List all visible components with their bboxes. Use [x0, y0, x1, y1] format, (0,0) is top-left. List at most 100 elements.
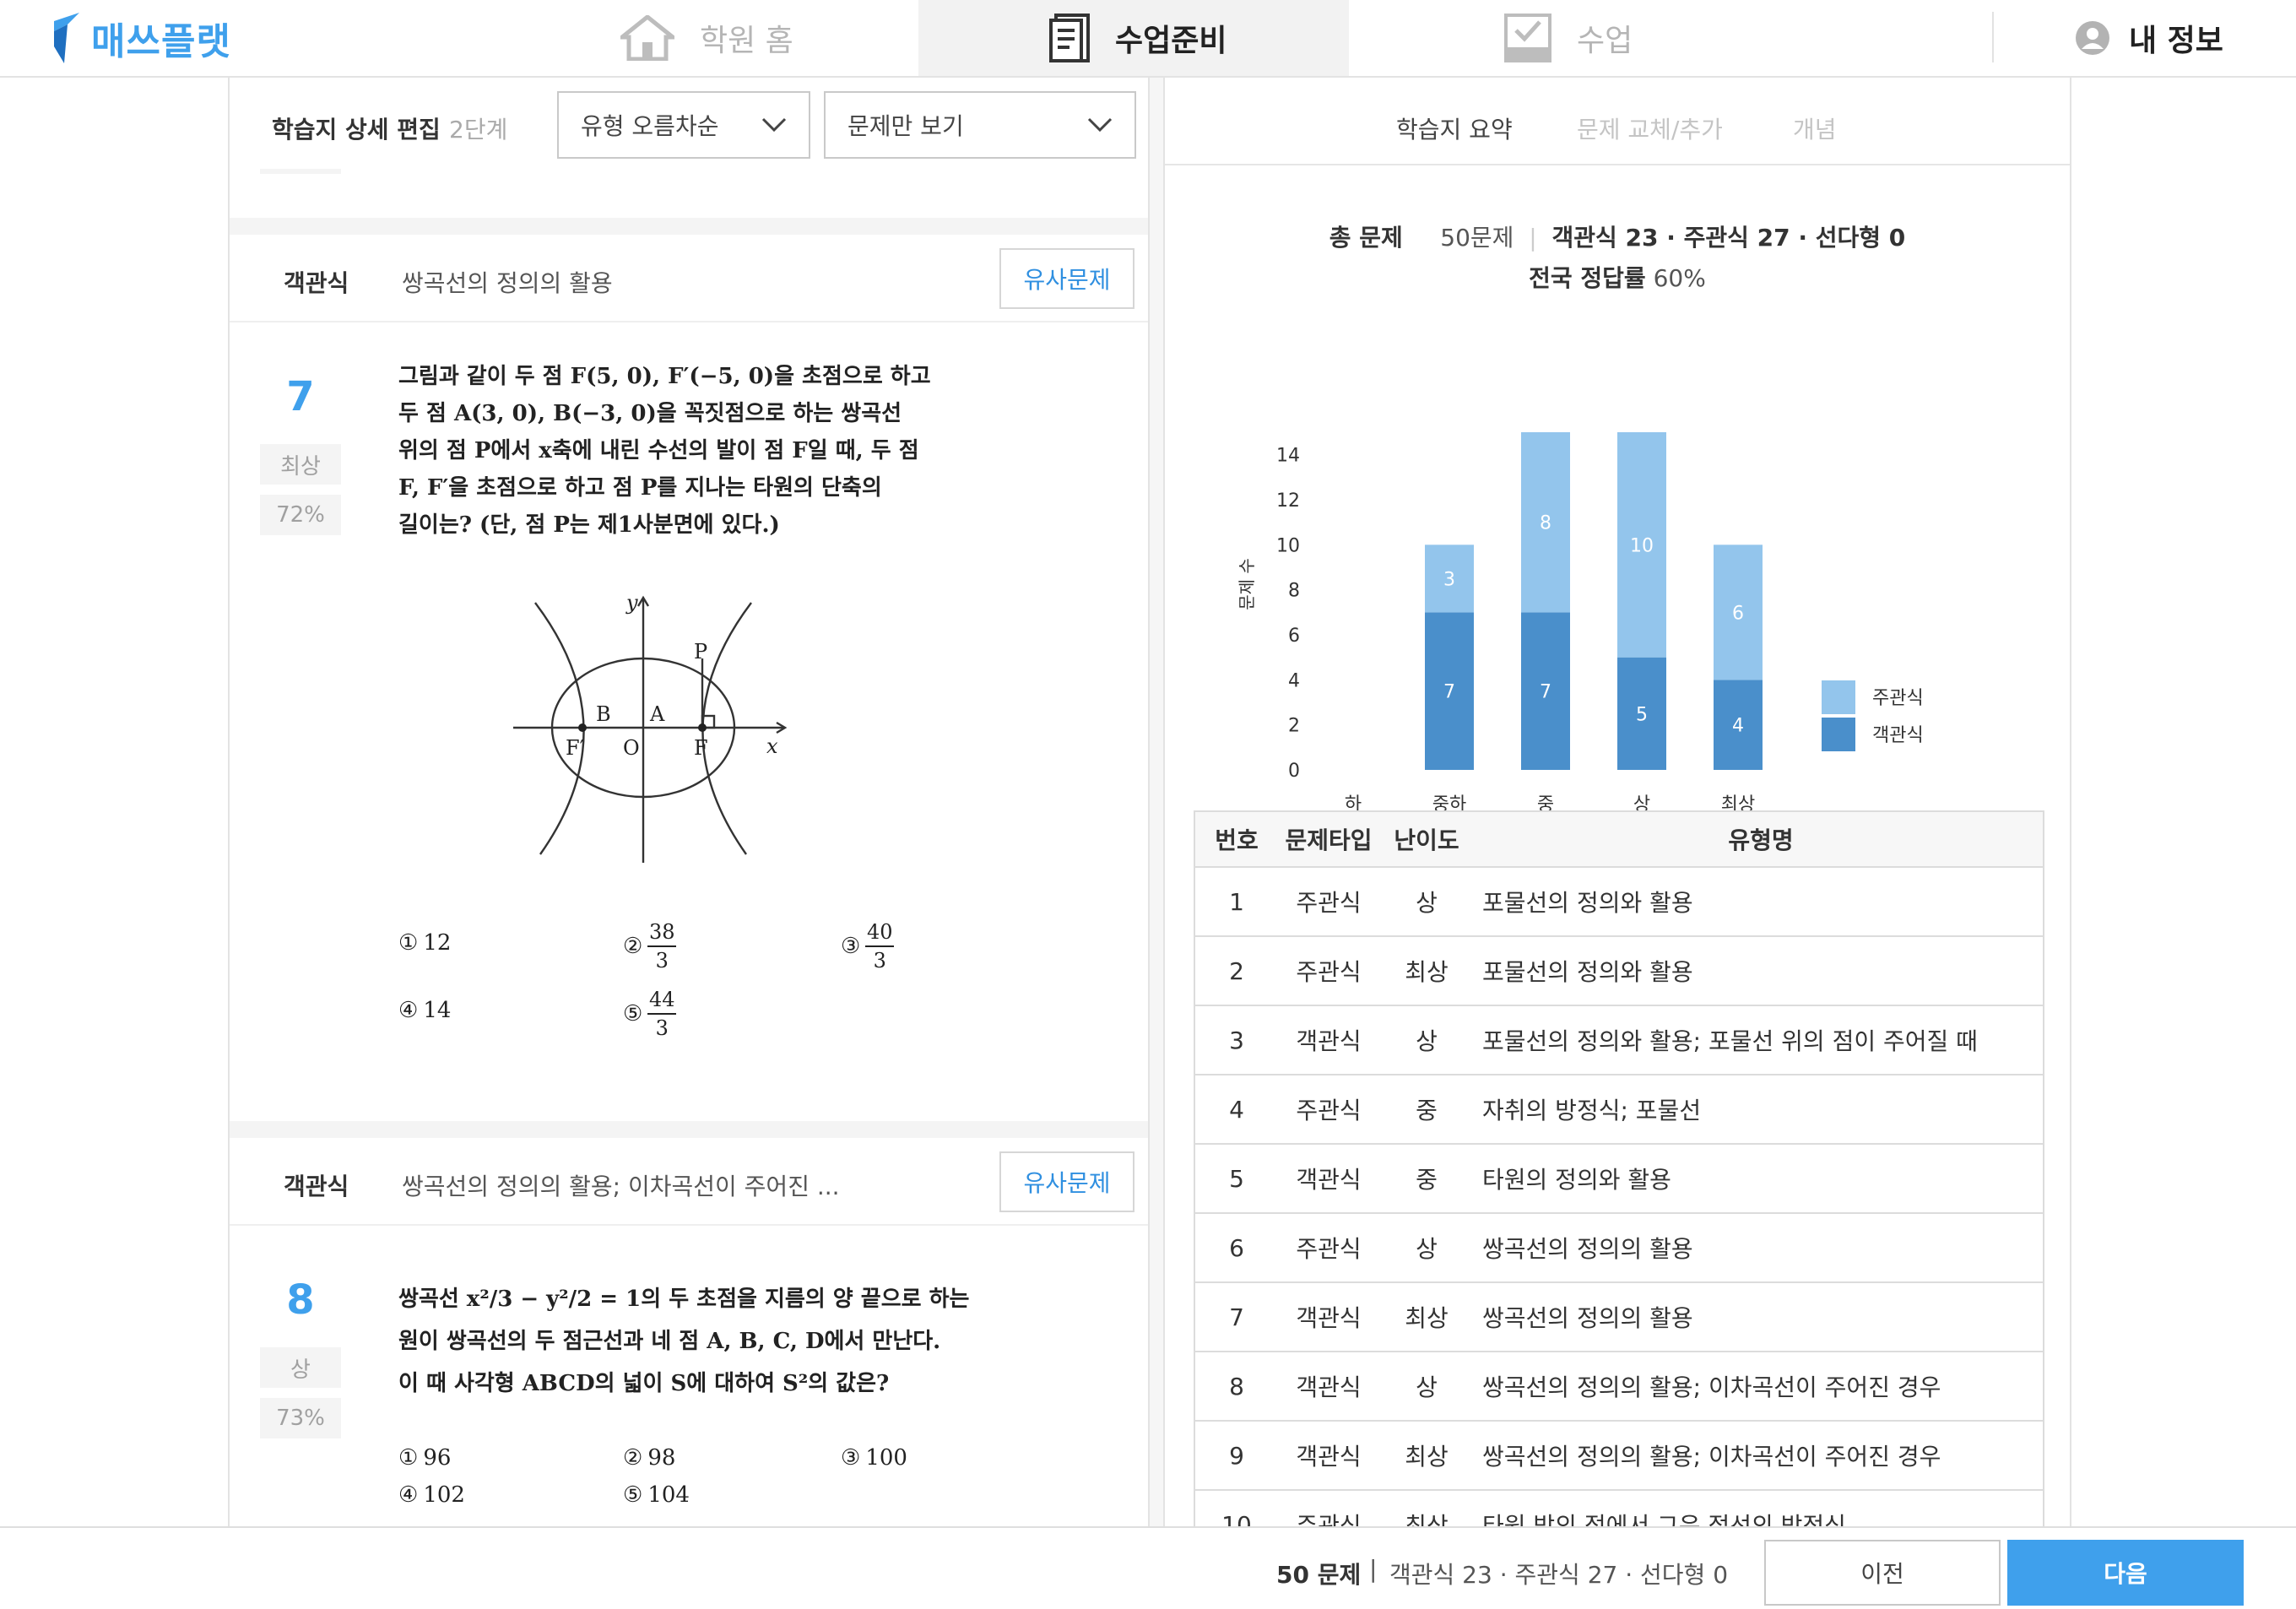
table-row[interactable]: 10 주관식 최상 타원 밖의 점에서 그은 접선의 방정식 — [1194, 1491, 2044, 1528]
question-type: 객관식 — [284, 1173, 349, 1200]
editor-step: 2단계 — [449, 116, 508, 144]
figure-label-y: y — [625, 593, 638, 615]
table-row[interactable]: 1 주관식 상 포물선의 정의와 활용 — [1194, 868, 2044, 937]
figure-label-f-prime: F′ — [566, 736, 584, 760]
answer-choice[interactable]: ③ 100 — [841, 1445, 907, 1471]
figure-label-f: F — [694, 736, 708, 760]
question-line: F, F′을 초점으로 하고 점 P를 지나는 타원의 단축의 — [398, 475, 882, 501]
nav-tab-class-prep-label: 수업준비 — [1115, 24, 1227, 58]
question-header: 객관식 쌍곡선의 정의의 활용 유사문제 — [230, 235, 1148, 322]
row-difficulty: 상 — [1416, 1373, 1438, 1401]
row-topic: 타원의 정의와 활용 — [1482, 1166, 1671, 1194]
next-button[interactable]: 다음 — [2007, 1540, 2244, 1606]
row-difficulty: 중 — [1416, 1166, 1438, 1194]
choice-mark: ② — [623, 1445, 643, 1471]
tab-concept[interactable]: 개념 — [1793, 111, 1837, 145]
table-row[interactable]: 4 주관식 중 자취의 방정식; 포물선 — [1194, 1075, 2044, 1145]
choice-mark: ① — [398, 1445, 419, 1471]
y-tick-label: 4 — [1288, 670, 1300, 691]
sort-select[interactable]: 유형 오름차순 — [557, 91, 810, 159]
fraction-numerator: 44 — [649, 988, 675, 1011]
choice-mark: ⑤ — [623, 1001, 643, 1027]
bar-value-label: 7 — [1540, 682, 1551, 703]
row-topic: 쌍곡선의 정의의 활용 — [1482, 1304, 1693, 1332]
header-number: 번호 — [1215, 826, 1259, 854]
answer-choice[interactable]: ③ 40 3 — [841, 920, 895, 972]
row-topic: 포물선의 정의와 활용 — [1482, 958, 1693, 986]
question-line: 두 점 A(3, 0), B(−3, 0)을 꼭짓점으로 하는 쌍곡선 — [398, 401, 902, 426]
row-difficulty: 중 — [1416, 1097, 1438, 1124]
editor-header: 학습지 상세 편집 2단계 유형 오름차순 문제만 보기 — [230, 78, 1148, 169]
view-select[interactable]: 문제만 보기 — [824, 91, 1136, 159]
fraction-denominator: 3 — [655, 949, 669, 972]
question-text: 그림과 같이 두 점 F(5, 0), F′(−5, 0)을 초점으로 하고 두… — [398, 358, 939, 544]
answer-choice[interactable]: ① 96 — [398, 1445, 451, 1471]
table-row[interactable]: 8 객관식 상 쌍곡선의 정의의 활용; 이차곡선이 주어진 경우 — [1194, 1352, 2044, 1422]
answer-choice[interactable]: ① 12 — [398, 930, 451, 956]
header-topic: 유형명 — [1728, 826, 1794, 854]
chevron-down-icon — [1087, 117, 1113, 133]
choice-fraction: 38 3 — [647, 920, 677, 972]
answer-choice[interactable]: ② 98 — [623, 1445, 675, 1471]
table-row[interactable]: 2 주관식 최상 포물선의 정의와 활용 — [1194, 937, 2044, 1006]
bar-value-label: 6 — [1732, 603, 1744, 624]
y-tick-label: 8 — [1288, 581, 1300, 602]
logo-text: 매쓰플랫 — [91, 20, 231, 63]
top-navigation: 매쓰플랫 학원 홈 수업준비 수업 내 정보 — [0, 0, 2296, 78]
table-row[interactable]: 6 주관식 상 쌍곡선의 정의의 활용 — [1194, 1214, 2044, 1283]
question-line: 길이는? (단, 점 P는 제1사분면에 있다.) — [398, 512, 780, 538]
row-difficulty: 최상 — [1405, 1443, 1449, 1471]
question-separator — [230, 1121, 1148, 1138]
question-number: 7 — [286, 373, 315, 420]
row-topic: 포물선의 정의와 활용 — [1482, 889, 1693, 917]
row-type: 객관식 — [1296, 1027, 1362, 1055]
fraction-numerator: 40 — [867, 920, 893, 944]
answer-choice[interactable]: ② 38 3 — [623, 920, 677, 972]
bar-value-label: 5 — [1636, 704, 1648, 725]
app-logo[interactable]: 매쓰플랫 — [52, 12, 231, 64]
answer-choice[interactable]: ⑤ 44 3 — [623, 988, 677, 1040]
previous-button[interactable]: 이전 — [1764, 1540, 2001, 1606]
question-list-table: 번호 문제타입 난이도 유형명 1 주관식 상 포물선의 정의와 활용 2 주관식 최상 포물… — [1194, 810, 2044, 1528]
nav-tab-class-prep[interactable]: 수업준비 — [918, 0, 1349, 76]
nav-my-info[interactable]: 내 정보 — [2075, 0, 2223, 76]
question-separator — [230, 218, 1148, 235]
hyperbola-ellipse-figure: y x P B A F′ O F — [513, 593, 788, 863]
row-number: 6 — [1229, 1233, 1244, 1262]
question-line: 원이 쌍곡선의 두 점근선과 네 점 A, B, C, D에서 만난다. — [398, 1329, 941, 1354]
bottom-action-bar: 50 문제 | 객관식 23 · 주관식 27 · 선다형 0 이전 다음 — [0, 1526, 2296, 1609]
legend-label: 주관식 — [1872, 688, 1924, 709]
worksheet-icon — [1049, 14, 1090, 62]
similar-question-button[interactable]: 유사문제 — [999, 248, 1134, 309]
row-number: 2 — [1229, 956, 1244, 985]
summary-totals: 총 문제 50문제 | 객관식 23 · 주관식 27 · 선다형 0 — [1329, 224, 1906, 252]
table-row[interactable]: 5 객관식 중 타원의 정의와 활용 — [1194, 1145, 2044, 1214]
header-type: 문제타입 — [1285, 826, 1373, 854]
summary-breakdown: 객관식 23 · 주관식 27 · 선다형 0 — [1551, 224, 1906, 252]
table-row[interactable]: 9 객관식 최상 쌍곡선의 정의의 활용; 이차곡선이 주어진 경우 — [1194, 1422, 2044, 1491]
choice-value: 96 — [423, 1445, 452, 1471]
table-row[interactable]: 7 객관식 최상 쌍곡선의 정의의 활용 — [1194, 1283, 2044, 1352]
choice-mark: ⑤ — [623, 1482, 643, 1508]
row-type: 주관식 — [1296, 1512, 1362, 1528]
row-topic: 쌍곡선의 정의의 활용 — [1482, 1235, 1693, 1263]
y-tick-label: 2 — [1288, 716, 1300, 737]
table-row[interactable]: 3 객관식 상 포물선의 정의와 활용; 포물선 위의 점이 주어질 때 — [1194, 1006, 2044, 1075]
editor-title: 학습지 상세 편집 — [272, 116, 441, 144]
summary-total-label: 총 문제 — [1329, 224, 1403, 252]
row-number: 5 — [1229, 1164, 1244, 1193]
row-number: 3 — [1229, 1026, 1244, 1054]
answer-choice[interactable]: ④ 14 — [398, 998, 451, 1023]
legend-swatch — [1822, 680, 1855, 714]
tab-worksheet-summary[interactable]: 학습지 요약 — [1396, 111, 1513, 145]
answer-choice[interactable]: ⑤ 104 — [623, 1482, 690, 1508]
tab-replace-add-question[interactable]: 문제 교체/추가 — [1577, 111, 1723, 145]
panel-gutter — [1150, 78, 1163, 1528]
nav-tab-academy-home[interactable]: 학원 홈 — [620, 0, 793, 76]
answer-choice[interactable]: ④ 102 — [398, 1482, 465, 1508]
similar-question-button[interactable]: 유사문제 — [999, 1151, 1134, 1212]
row-number: 7 — [1229, 1303, 1244, 1331]
nav-tab-class[interactable]: 수업 — [1504, 0, 1633, 76]
fraction-bar — [647, 945, 677, 947]
y-tick-label: 12 — [1276, 490, 1300, 512]
